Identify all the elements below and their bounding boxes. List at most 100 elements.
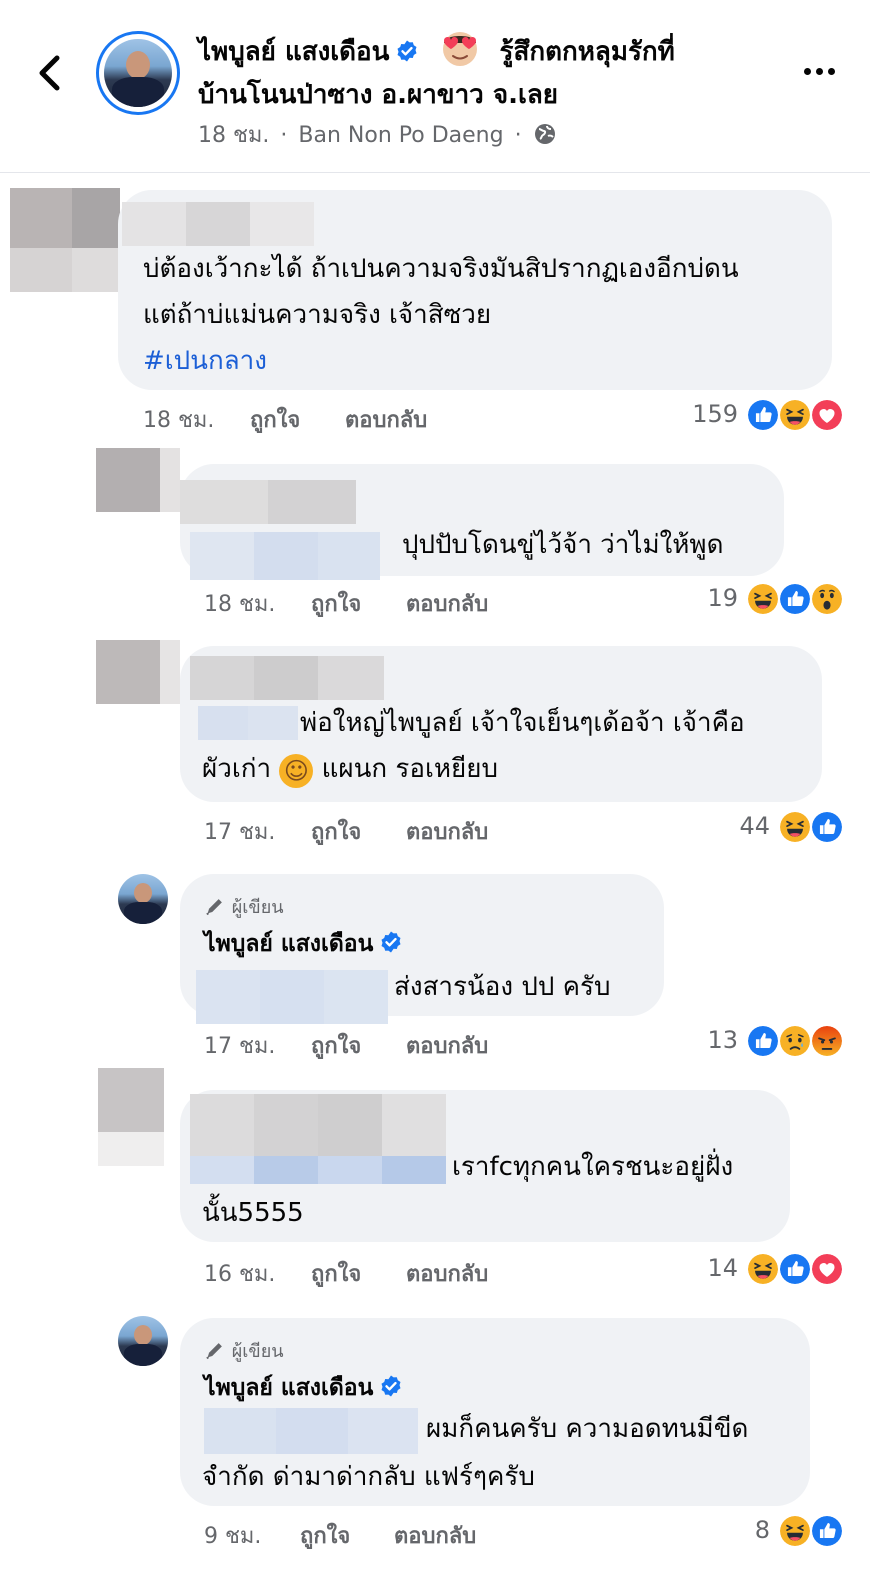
reaction-count: 8 bbox=[754, 1516, 770, 1544]
comment-time[interactable]: 18 ชม. bbox=[204, 586, 275, 621]
like-reaction-icon bbox=[810, 810, 844, 844]
reply-button[interactable]: ตอบกลับ bbox=[406, 1256, 488, 1291]
author-tag-label: ผู้เขียน bbox=[231, 1341, 284, 1362]
commenter-name-blurred[interactable] bbox=[190, 1094, 446, 1156]
reaction-count: 44 bbox=[739, 812, 770, 840]
like-button[interactable]: ถูกใจ bbox=[250, 402, 300, 437]
commenter-name-blurred[interactable] bbox=[122, 202, 314, 246]
feeling-text: รู้สึกตกหลุมรักที่ bbox=[499, 37, 675, 67]
comment-text-line-1: พ่อใหญ่ไพบูลย์ เจ้าใจเย็นๆเด้อจ้า เจ้าคื… bbox=[300, 708, 745, 738]
reaction-summary[interactable]: 13 bbox=[707, 1024, 846, 1060]
comment-actions: 9 ชม. ถูกใจ ตอบกลับ bbox=[204, 1518, 604, 1552]
haha-reaction-icon bbox=[778, 1514, 812, 1548]
comment-actions: 18 ชม. ถูกใจ ตอบกลับ bbox=[143, 402, 543, 436]
more-dot bbox=[804, 68, 811, 75]
reaction-summary[interactable]: 19 bbox=[707, 582, 846, 618]
comment-actions: 18 ชม. ถูกใจ ตอบกลับ bbox=[204, 586, 604, 620]
author-tag: ผู้เขียน bbox=[204, 892, 284, 921]
commenter-name-blurred[interactable] bbox=[190, 656, 384, 700]
comment-text-line-1: ผมก็คนครับ ความอดทนมีขีด bbox=[426, 1414, 749, 1444]
commenter-name-blurred[interactable] bbox=[180, 480, 356, 524]
reaction-count: 159 bbox=[692, 400, 738, 428]
post-time[interactable]: 18 ชม. bbox=[198, 123, 269, 148]
reaction-summary[interactable]: 44 bbox=[739, 810, 846, 846]
sad-reaction-icon bbox=[778, 1024, 812, 1058]
mentioned-name-blurred[interactable] bbox=[204, 1408, 418, 1454]
like-button[interactable]: ถูกใจ bbox=[300, 1518, 350, 1553]
comment-time[interactable]: 17 ชม. bbox=[204, 814, 275, 849]
comment-time[interactable]: 17 ชม. bbox=[204, 1028, 275, 1063]
comment-actions: 17 ชม. ถูกใจ ตอบกลับ bbox=[204, 814, 604, 848]
reply-button[interactable]: ตอบกลับ bbox=[394, 1518, 476, 1553]
mentioned-name-blurred[interactable] bbox=[190, 1156, 446, 1184]
reaction-count: 14 bbox=[707, 1254, 738, 1282]
post-header: ไพบูลย์ แสงเดือน รู้สึกตกหลุมรักที่ บ้าน… bbox=[0, 0, 870, 173]
reply-button[interactable]: ตอบกลับ bbox=[406, 814, 488, 849]
verified-badge-icon bbox=[379, 1374, 403, 1398]
post-title-line-1: ไพบูลย์ แสงเดือน รู้สึกตกหลุมรักที่ bbox=[198, 31, 675, 70]
comment-time[interactable]: 9 ชม. bbox=[204, 1518, 261, 1553]
meta-separator: · bbox=[514, 123, 522, 148]
commenter-avatar-blurred[interactable] bbox=[10, 188, 120, 292]
comment-text-line-2: นั้น5555 bbox=[202, 1198, 304, 1228]
reply-button[interactable]: ตอบกลับ bbox=[406, 1028, 488, 1063]
heart-eyes-emoji-icon bbox=[443, 32, 478, 66]
chevron-left-icon bbox=[39, 55, 60, 91]
avatar-photo bbox=[104, 39, 172, 107]
comment-actions: 17 ชม. ถูกใจ ตอบกลับ bbox=[204, 1028, 604, 1062]
comment-text-line-1: บ่ต้องเว้ากะได้ ถ้าเปนความจริงมันสิปรากฏ… bbox=[143, 254, 739, 284]
globe-icon bbox=[534, 124, 555, 144]
mentioned-name-blurred[interactable] bbox=[196, 970, 388, 1024]
more-options-button[interactable] bbox=[800, 62, 840, 82]
author-name[interactable]: ไพบูลย์ แสงเดือน bbox=[204, 926, 403, 962]
comment-text-line-2: ผัวเก่า ☺ แผนก รอเหยียบ bbox=[202, 746, 498, 792]
like-button[interactable]: ถูกใจ bbox=[311, 1028, 361, 1063]
haha-reaction-icon bbox=[778, 398, 812, 432]
like-button[interactable]: ถูกใจ bbox=[311, 586, 361, 621]
back-button[interactable] bbox=[30, 50, 70, 96]
author-avatar[interactable] bbox=[118, 874, 168, 924]
smiling-emoji: ☺ bbox=[279, 754, 314, 788]
comment-text-part: แผนก รอเหยียบ bbox=[321, 754, 498, 784]
comment-actions: 16 ชม. ถูกใจ ตอบกลับ bbox=[204, 1256, 604, 1290]
more-dot bbox=[816, 68, 823, 75]
comment-time[interactable]: 18 ชม. bbox=[143, 402, 214, 437]
haha-reaction-icon bbox=[746, 582, 780, 616]
love-reaction-icon bbox=[810, 1252, 844, 1286]
comment-text-line-2: จำกัด ด่ามาด่ากลับ แฟร์ๆครับ bbox=[202, 1462, 535, 1492]
comment-text-line-2: แต่ถ้าบ่แม่นความจริง เจ้าสิซวย bbox=[143, 300, 492, 330]
reaction-summary[interactable]: 8 bbox=[755, 1514, 846, 1550]
haha-reaction-icon bbox=[746, 1252, 780, 1286]
angry-reaction-icon bbox=[810, 1024, 844, 1058]
like-reaction-icon bbox=[746, 1024, 780, 1058]
like-button[interactable]: ถูกใจ bbox=[311, 1256, 361, 1291]
author-avatar[interactable] bbox=[118, 1316, 168, 1366]
reaction-summary[interactable]: 159 bbox=[692, 398, 846, 434]
verified-badge-icon bbox=[379, 930, 403, 954]
commenter-avatar-blurred[interactable] bbox=[96, 448, 180, 512]
reaction-summary[interactable]: 14 bbox=[707, 1252, 846, 1288]
post-title-line-2[interactable]: บ้านโนนป่าซาง อ.ผาขาว จ.เลย bbox=[198, 77, 558, 113]
haha-reaction-icon bbox=[778, 810, 812, 844]
author-name-text: ไพบูลย์ แสงเดือน bbox=[204, 1375, 374, 1401]
post-meta: 18 ชม. · Ban Non Po Daeng · bbox=[198, 120, 557, 152]
reply-button[interactable]: ตอบกลับ bbox=[406, 586, 488, 621]
author-name-link[interactable]: ไพบูลย์ แสงเดือน bbox=[198, 37, 389, 67]
author-name-text: ไพบูลย์ แสงเดือน bbox=[204, 931, 374, 957]
like-button[interactable]: ถูกใจ bbox=[311, 814, 361, 849]
mentioned-name-blurred[interactable] bbox=[198, 706, 298, 740]
author-avatar[interactable] bbox=[96, 31, 180, 115]
commenter-avatar-blurred[interactable] bbox=[98, 1068, 164, 1166]
comment-time[interactable]: 16 ชม. bbox=[204, 1256, 275, 1291]
hashtag-link[interactable]: #เปนกลาง bbox=[143, 338, 267, 384]
comment-text-part: ผัวเก่า bbox=[202, 754, 272, 784]
comment-text-line-1: ส่งสารน้อง ปป ครับ bbox=[394, 972, 611, 1002]
reply-button[interactable]: ตอบกลับ bbox=[345, 402, 427, 437]
like-reaction-icon bbox=[810, 1514, 844, 1548]
author-name[interactable]: ไพบูลย์ แสงเดือน bbox=[204, 1370, 403, 1406]
comment-text-line-1: เราfcทุกคนใครชนะอยู่ฝั่ง bbox=[452, 1152, 734, 1182]
mentioned-name-blurred[interactable] bbox=[190, 532, 380, 580]
post-location[interactable]: Ban Non Po Daeng bbox=[298, 123, 503, 148]
commenter-avatar-blurred[interactable] bbox=[96, 640, 180, 704]
love-reaction-icon bbox=[810, 398, 844, 432]
